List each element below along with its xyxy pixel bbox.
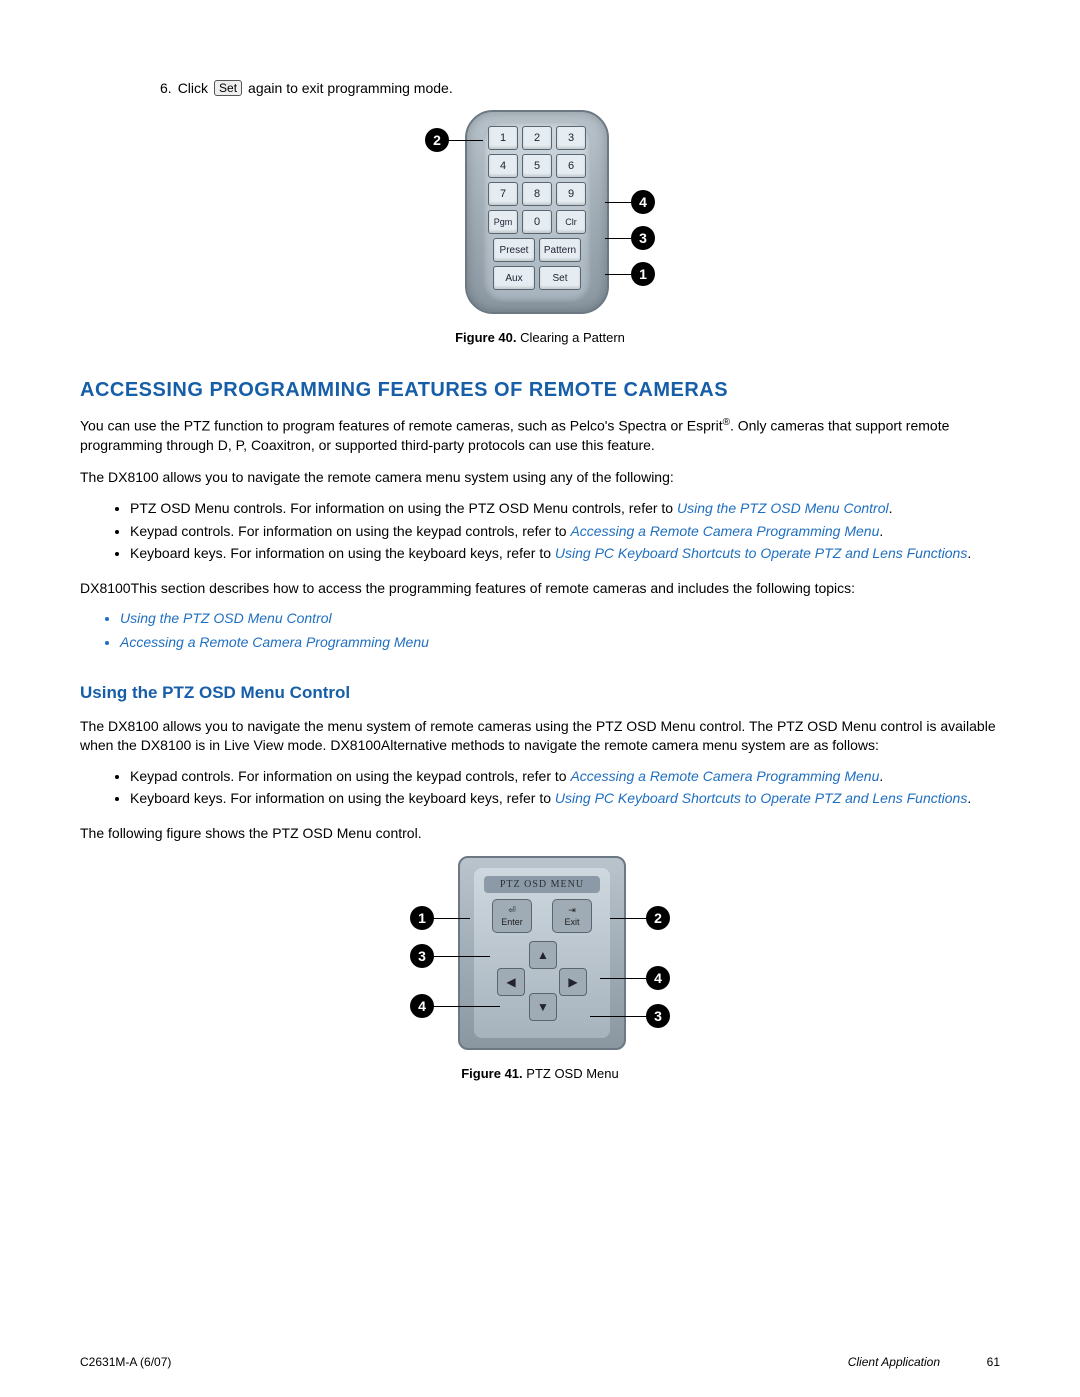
key-set: Set: [539, 266, 581, 290]
bullet-item: Keypad controls. For information on usin…: [130, 520, 1000, 542]
lead-line: [590, 1016, 646, 1017]
lead-line: [610, 918, 646, 919]
enter-icon: ⏎: [508, 905, 516, 916]
key-0: 0: [522, 210, 552, 234]
para-navigate: The DX8100 allows you to navigate the re…: [80, 468, 1000, 487]
key-pgm: Pgm: [488, 210, 518, 234]
key-7: 7: [488, 182, 518, 206]
link-remote-menu[interactable]: Accessing a Remote Camera Programming Me…: [570, 523, 879, 539]
key-2: 2: [522, 126, 552, 150]
step-number: 6.: [160, 80, 172, 96]
bullet-item: PTZ OSD Menu controls. For information o…: [130, 497, 1000, 519]
toc-link-1[interactable]: Using the PTZ OSD Menu Control: [120, 610, 332, 626]
callout-3b-right: 3: [646, 1004, 670, 1028]
figure-41-caption: Figure 41. PTZ OSD Menu: [80, 1066, 1000, 1081]
figure-41: PTZ OSD MENU ⏎ Enter ⇥ Exit ▲ ▼ ◀ ▶: [80, 856, 1000, 1081]
link-ptz-osd[interactable]: Using the PTZ OSD Menu Control: [677, 500, 889, 516]
callout-4: 4: [631, 190, 655, 214]
para-intro: You can use the PTZ function to program …: [80, 416, 1000, 454]
exit-icon: ⇥: [568, 905, 576, 916]
link-keyboard-shortcuts[interactable]: Using PC Keyboard Shortcuts to Operate P…: [555, 545, 967, 561]
keypad-body: 1 2 3 4 5 6 7 8 9 Pgm 0 Clr: [465, 110, 609, 314]
lead-line: [605, 202, 631, 203]
lead-line: [600, 978, 646, 979]
key-preset: Preset: [493, 238, 535, 262]
registered-icon: ®: [723, 417, 730, 428]
lead-line: [605, 238, 631, 239]
figure-label: Figure 41.: [461, 1066, 522, 1081]
toc-link-2[interactable]: Accessing a Remote Camera Programming Me…: [120, 634, 429, 650]
text: You can use the PTZ function to program …: [80, 418, 723, 434]
arrow-up-icon: ▲: [529, 941, 557, 969]
lead-line: [605, 274, 631, 275]
callout-3b: 3: [410, 944, 434, 968]
ptz-osd-panel: PTZ OSD MENU ⏎ Enter ⇥ Exit ▲ ▼ ◀ ▶: [458, 856, 626, 1050]
figure-title: Clearing a Pattern: [520, 330, 625, 345]
step-text-pre: Click: [178, 80, 208, 96]
para-s2-1: The DX8100 allows you to navigate the me…: [80, 717, 1000, 755]
figure-title: PTZ OSD Menu: [526, 1066, 618, 1081]
para-s2-2: The following figure shows the PTZ OSD M…: [80, 824, 1000, 843]
callout-1b: 1: [410, 906, 434, 930]
dpad: ▲ ▼ ◀ ▶: [497, 941, 587, 1021]
text: Keyboard keys. For information on using …: [130, 545, 555, 561]
ptz-enter-button: ⏎ Enter: [492, 899, 532, 933]
heading-using-ptz-osd: Using the PTZ OSD Menu Control: [80, 683, 1000, 703]
toc-list: Using the PTZ OSD Menu Control Accessing…: [120, 607, 1000, 655]
key-8: 8: [522, 182, 552, 206]
arrow-left-icon: ◀: [497, 968, 525, 996]
arrow-right-icon: ▶: [559, 968, 587, 996]
ptz-osd-title: PTZ OSD MENU: [484, 876, 600, 893]
callout-2b: 2: [646, 906, 670, 930]
figure-label: Figure 40.: [455, 330, 516, 345]
key-clr: Clr: [556, 210, 586, 234]
key-9: 9: [556, 182, 586, 206]
bullet-item: Keypad controls. For information on usin…: [130, 765, 1000, 787]
callout-1: 1: [631, 262, 655, 286]
text: PTZ OSD Menu controls. For information o…: [130, 500, 677, 516]
bullet-item: Keyboard keys. For information on using …: [130, 542, 1000, 564]
bullet-list-1: PTZ OSD Menu controls. For information o…: [120, 497, 1000, 564]
key-1: 1: [488, 126, 518, 150]
footer-doc-id: C2631M-A (6/07): [80, 1355, 171, 1369]
enter-label: Enter: [501, 917, 523, 927]
bullet-list-2: Keypad controls. For information on usin…: [120, 765, 1000, 810]
figure-40-caption: Figure 40. Clearing a Pattern: [80, 330, 1000, 345]
link-keyboard-shortcuts-2[interactable]: Using PC Keyboard Shortcuts to Operate P…: [555, 790, 967, 806]
bullet-item: Keyboard keys. For information on using …: [130, 787, 1000, 809]
key-3: 3: [556, 126, 586, 150]
ptz-exit-button: ⇥ Exit: [552, 899, 592, 933]
text: Keypad controls. For information on usin…: [130, 768, 570, 784]
step-6: 6. Click Set again to exit programming m…: [160, 80, 1000, 96]
key-6: 6: [556, 154, 586, 178]
key-aux: Aux: [493, 266, 535, 290]
lead-line: [434, 918, 470, 919]
lead-line: [434, 956, 490, 957]
step-text-post: again to exit programming mode.: [248, 80, 453, 96]
callout-4b-right: 4: [646, 966, 670, 990]
text: Keyboard keys. For information on using …: [130, 790, 555, 806]
arrow-down-icon: ▼: [529, 993, 557, 1021]
key-4: 4: [488, 154, 518, 178]
footer-page-number: 61: [987, 1355, 1000, 1369]
callout-4b-left: 4: [410, 994, 434, 1018]
para-topics: DX8100This section describes how to acce…: [80, 579, 1000, 598]
link-remote-menu-2[interactable]: Accessing a Remote Camera Programming Me…: [570, 768, 879, 784]
lead-line: [449, 140, 483, 141]
callout-3: 3: [631, 226, 655, 250]
heading-accessing-programming: ACCESSING PROGRAMMING FEATURES OF REMOTE…: [80, 379, 1000, 402]
page-footer: C2631M-A (6/07) Client Application 61: [80, 1355, 1000, 1369]
lead-line: [434, 1006, 500, 1007]
toc-item: Using the PTZ OSD Menu Control: [120, 607, 1000, 631]
exit-label: Exit: [564, 917, 579, 927]
text: Keypad controls. For information on usin…: [130, 523, 570, 539]
set-button-inline: Set: [214, 80, 242, 96]
key-5: 5: [522, 154, 552, 178]
key-pattern: Pattern: [539, 238, 581, 262]
toc-item: Accessing a Remote Camera Programming Me…: [120, 631, 1000, 655]
footer-section: Client Application: [848, 1355, 940, 1369]
figure-40: 1 2 3 4 5 6 7 8 9 Pgm 0 Clr: [80, 110, 1000, 345]
callout-2: 2: [425, 128, 449, 152]
